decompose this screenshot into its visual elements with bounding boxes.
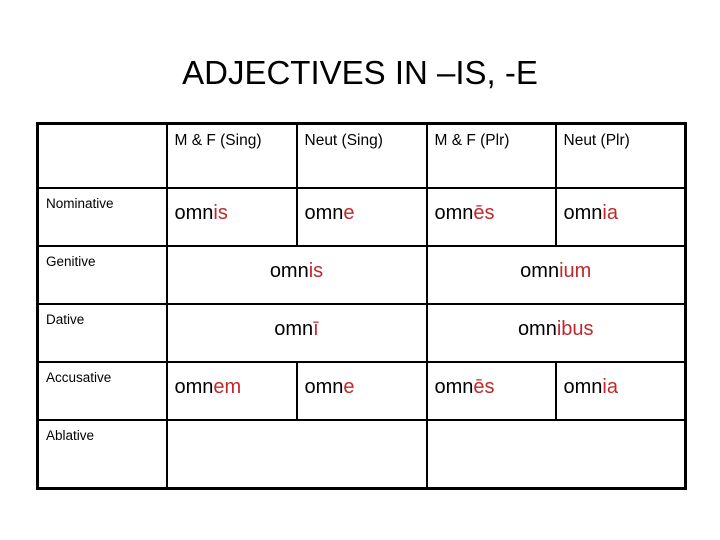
- word-ending: ēs: [473, 202, 495, 224]
- declension-form: [435, 427, 678, 433]
- declension-form: omnis: [175, 253, 419, 284]
- cell-ablative-plural: [425, 419, 687, 490]
- declension-form: omnī: [175, 311, 419, 342]
- declension-form: omnēs: [435, 369, 548, 400]
- word-stem: omn: [520, 260, 560, 282]
- declension-form: omnēs: [435, 195, 548, 226]
- case-label: Dative: [46, 312, 85, 327]
- declension-form: omnia: [564, 195, 678, 226]
- cell-nominative-neut-plr: omnia: [554, 187, 687, 247]
- table-corner-cell: [36, 122, 168, 189]
- cell-accusative-neut-sing: omne: [295, 361, 428, 421]
- word-stem: omn: [174, 202, 214, 224]
- column-header-mf-plr: M & F (Plr): [425, 122, 557, 189]
- table-row-ablative: Ablative: [36, 419, 687, 490]
- case-label: Accusative: [46, 370, 112, 385]
- word-stem: omn: [304, 202, 344, 224]
- word-stem: omn: [269, 260, 309, 282]
- declension-form: omnem: [175, 369, 289, 400]
- word-ending: ibus: [556, 318, 594, 340]
- word-stem: omn: [274, 318, 314, 340]
- case-label: Nominative: [46, 196, 114, 211]
- word-ending: em: [213, 376, 242, 398]
- row-label-genitive: Genitive: [36, 245, 168, 305]
- column-header-neut-plr: Neut (Plr): [554, 122, 687, 189]
- word-stem: omn: [517, 318, 557, 340]
- declension-form: omnia: [564, 369, 678, 400]
- cell-dative-singular: omnī: [165, 303, 428, 363]
- row-label-ablative: Ablative: [36, 419, 168, 490]
- declension-form: omne: [305, 195, 419, 226]
- case-label: Genitive: [46, 254, 96, 269]
- table-row-nominative: Nominative omnis omne omnēs omnia: [36, 187, 687, 247]
- table-row-dative: Dative omnī omnibus: [36, 303, 687, 363]
- word-stem: omn: [563, 376, 603, 398]
- cell-nominative-mf-plr: omnēs: [425, 187, 557, 247]
- cell-dative-plural: omnibus: [425, 303, 687, 363]
- table-row-genitive: Genitive omnis omnium: [36, 245, 687, 305]
- word-stem: omn: [304, 376, 344, 398]
- row-label-nominative: Nominative: [36, 187, 168, 247]
- slide-canvas: ADJECTIVES IN –IS, -E M & F (Sing) Neut …: [0, 0, 720, 540]
- word-ending: ēs: [473, 376, 495, 398]
- cell-accusative-mf-sing: omnem: [165, 361, 298, 421]
- declension-form: omnis: [175, 195, 289, 226]
- column-header-label: M & F (Plr): [434, 132, 510, 149]
- declension-table: M & F (Sing) Neut (Sing) M & F (Plr) Neu…: [36, 122, 687, 490]
- word-ending: ia: [602, 376, 618, 398]
- column-header-neut-sing: Neut (Sing): [295, 122, 428, 189]
- word-stem: omn: [434, 202, 474, 224]
- cell-genitive-singular: omnis: [165, 245, 428, 305]
- column-header-label: M & F (Sing): [174, 132, 262, 149]
- table-header-row: M & F (Sing) Neut (Sing) M & F (Plr) Neu…: [36, 122, 687, 189]
- word-ending: ia: [602, 202, 618, 224]
- declension-form: omne: [305, 369, 419, 400]
- cell-nominative-neut-sing: omne: [295, 187, 428, 247]
- word-stem: omn: [563, 202, 603, 224]
- row-label-accusative: Accusative: [36, 361, 168, 421]
- case-label: Ablative: [46, 428, 95, 443]
- word-ending: is: [213, 202, 228, 224]
- column-header-label: Neut (Sing): [304, 132, 383, 149]
- cell-genitive-plural: omnium: [425, 245, 687, 305]
- cell-nominative-mf-sing: omnis: [165, 187, 298, 247]
- page-title: ADJECTIVES IN –IS, -E: [182, 54, 538, 91]
- declension-form: [175, 427, 419, 433]
- word-ending: is: [308, 260, 324, 282]
- word-ending: ium: [559, 260, 592, 282]
- word-ending: e: [343, 202, 355, 224]
- declension-form: omnibus: [435, 311, 678, 342]
- cell-accusative-mf-plr: omnēs: [425, 361, 557, 421]
- cell-accusative-neut-plr: omnia: [554, 361, 687, 421]
- word-stem: omn: [434, 376, 474, 398]
- table-row-accusative: Accusative omnem omne omnēs omnia: [36, 361, 687, 421]
- word-stem: omn: [174, 376, 214, 398]
- word-ending: ī: [313, 318, 319, 340]
- declension-form: omnium: [435, 253, 678, 284]
- column-header-mf-sing: M & F (Sing): [165, 122, 298, 189]
- word-ending: e: [343, 376, 355, 398]
- cell-ablative-singular: [165, 419, 428, 490]
- row-label-dative: Dative: [36, 303, 168, 363]
- column-header-label: Neut (Plr): [563, 132, 630, 149]
